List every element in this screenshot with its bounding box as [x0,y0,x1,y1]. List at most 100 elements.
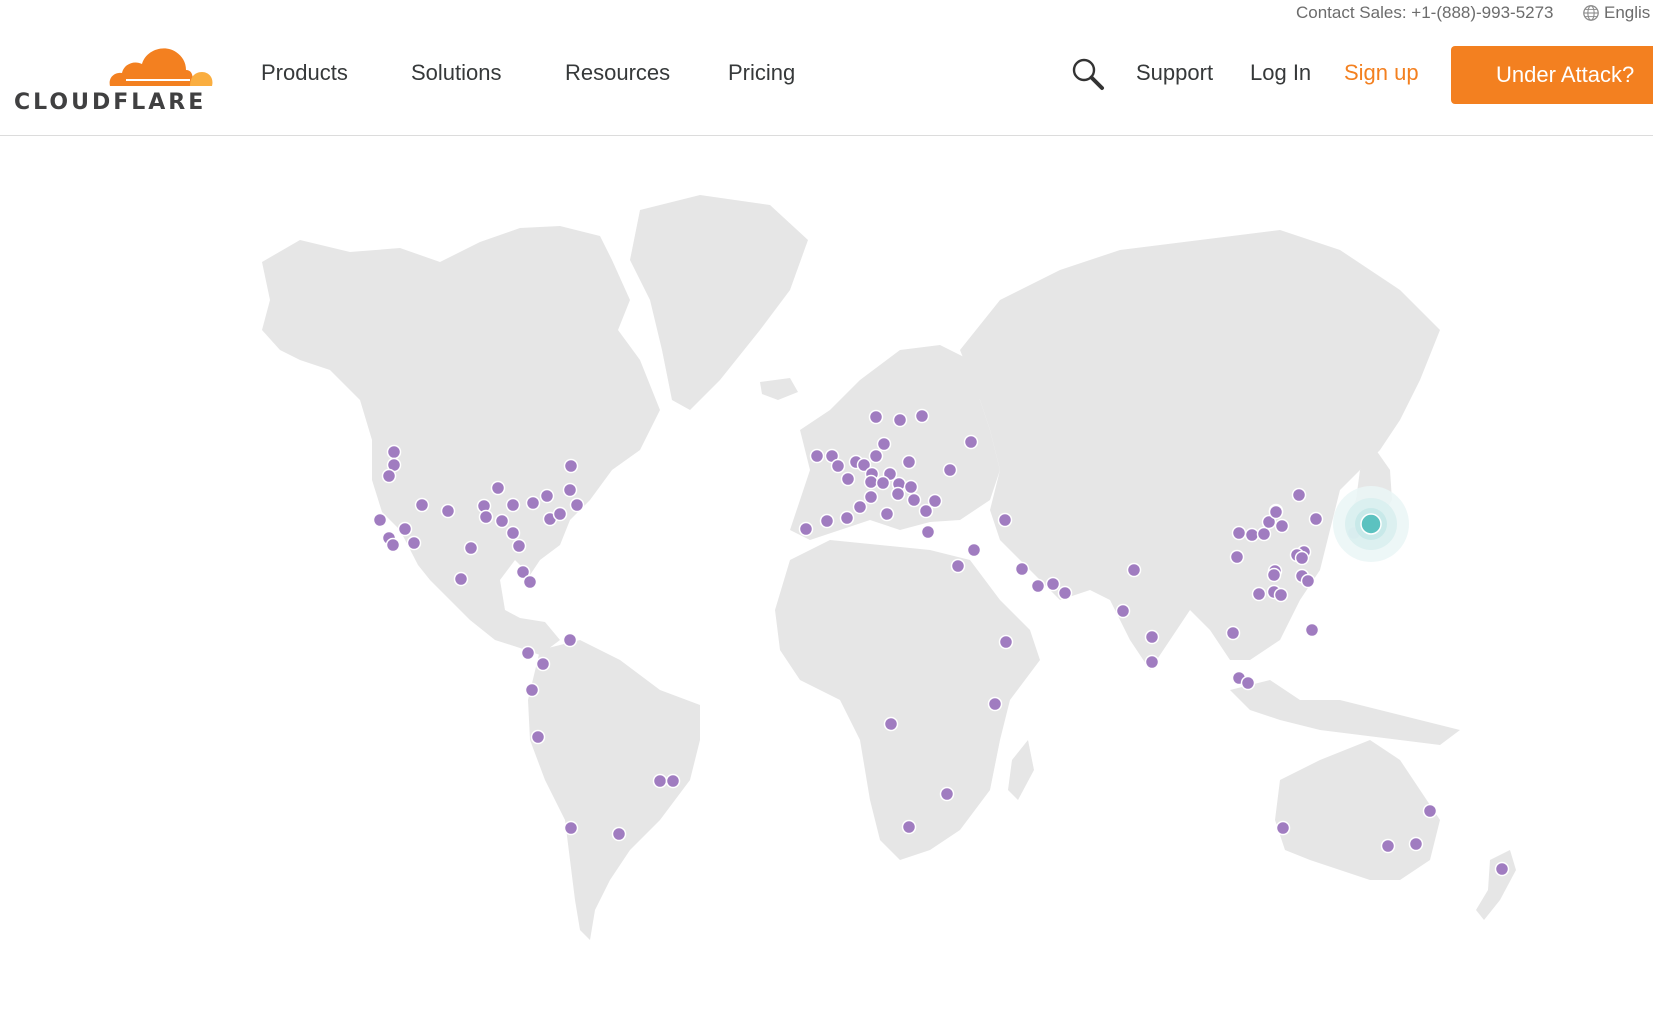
datacenter-dot[interactable] [494,513,510,529]
datacenter-dot[interactable] [901,819,917,835]
datacenter-dot[interactable] [611,826,627,842]
datacenter-dot[interactable] [563,458,579,474]
datacenter-dot[interactable] [1256,526,1272,542]
datacenter-dot[interactable] [863,489,879,505]
datacenter-dot[interactable] [1274,518,1290,534]
cloudflare-logo[interactable]: CLOUDFLARE [14,42,213,115]
nav-products[interactable]: Products [261,60,411,86]
highlighted-datacenter-dot[interactable] [1360,513,1382,535]
datacenter-dot[interactable] [520,645,536,661]
datacenter-dot[interactable] [563,820,579,836]
datacenter-dot[interactable] [939,786,955,802]
datacenter-dot[interactable] [819,513,835,529]
datacenter-dot[interactable] [966,542,982,558]
datacenter-dot[interactable] [868,409,884,425]
datacenter-dot[interactable] [453,571,469,587]
language-selector[interactable]: Englis [1582,3,1650,23]
datacenter-dot[interactable] [1251,586,1267,602]
support-link[interactable]: Support [1136,60,1213,86]
datacenter-dot[interactable] [920,524,936,540]
datacenter-dot[interactable] [525,495,541,511]
datacenter-dot[interactable] [798,521,814,537]
datacenter-dot[interactable] [840,471,856,487]
datacenter-dot[interactable] [463,540,479,556]
datacenter-dot[interactable] [963,434,979,450]
datacenter-dot[interactable] [511,538,527,554]
datacenter-dot[interactable] [927,493,943,509]
datacenter-dot[interactable] [852,499,868,515]
datacenter-dot[interactable] [552,506,568,522]
datacenter-dot[interactable] [1380,838,1396,854]
datacenter-dot[interactable] [522,574,538,590]
datacenter-dot[interactable] [868,448,884,464]
datacenter-dot[interactable] [530,729,546,745]
datacenter-dot[interactable] [539,488,555,504]
datacenter-dot[interactable] [1014,561,1030,577]
datacenter-dot[interactable] [1115,603,1131,619]
datacenter-dot[interactable] [1144,654,1160,670]
datacenter-dot[interactable] [830,458,846,474]
datacenter-dot[interactable] [1294,550,1310,566]
datacenter-dot[interactable] [1408,836,1424,852]
datacenter-dot[interactable] [414,497,430,513]
datacenter-dot[interactable] [1266,567,1282,583]
datacenter-dot[interactable] [381,468,397,484]
datacenter-dot[interactable] [1126,562,1142,578]
datacenter-dot[interactable] [914,408,930,424]
datacenter-dot[interactable] [950,558,966,574]
nav-resources[interactable]: Resources [565,60,728,86]
datacenter-dot[interactable] [535,656,551,672]
datacenter-dot[interactable] [906,492,922,508]
contact-sales-link[interactable]: Contact Sales: +1-(888)-993-5273 [1296,3,1554,23]
datacenter-dot[interactable] [1422,803,1438,819]
datacenter-dot[interactable] [883,716,899,732]
datacenter-dot[interactable] [875,475,891,491]
login-link[interactable]: Log In [1250,60,1311,86]
nav-solutions[interactable]: Solutions [411,60,565,86]
datacenter-dot[interactable] [942,462,958,478]
datacenter-dot[interactable] [997,512,1013,528]
datacenter-dot[interactable] [569,497,585,513]
datacenter-dot[interactable] [385,537,401,553]
datacenter-dot[interactable] [665,773,681,789]
datacenter-dot[interactable] [1225,625,1241,641]
nav-pricing[interactable]: Pricing [728,60,828,86]
datacenter-dot[interactable] [505,525,521,541]
datacenter-dot[interactable] [1273,587,1289,603]
datacenter-dot[interactable] [406,535,422,551]
datacenter-dot[interactable] [652,773,668,789]
datacenter-dot[interactable] [879,506,895,522]
datacenter-dot[interactable] [901,454,917,470]
datacenter-dot[interactable] [987,696,1003,712]
datacenter-dot[interactable] [839,510,855,526]
datacenter-dot[interactable] [440,503,456,519]
datacenter-dot[interactable] [1229,549,1245,565]
datacenter-dot[interactable] [1300,573,1316,589]
datacenter-dot[interactable] [863,474,879,490]
datacenter-dot[interactable] [1057,585,1073,601]
datacenter-dot[interactable] [397,521,413,537]
datacenter-dot[interactable] [1045,576,1061,592]
datacenter-dot[interactable] [386,444,402,460]
under-attack-button[interactable]: Under Attack? [1451,46,1653,104]
datacenter-dot[interactable] [1030,578,1046,594]
datacenter-dot[interactable] [1308,511,1324,527]
datacenter-dot[interactable] [1268,504,1284,520]
datacenter-dot[interactable] [1291,487,1307,503]
datacenter-dot[interactable] [890,486,906,502]
datacenter-dot[interactable] [562,482,578,498]
datacenter-dot[interactable] [1231,525,1247,541]
search-icon[interactable] [1070,56,1106,92]
datacenter-dot[interactable] [478,509,494,525]
datacenter-dot[interactable] [490,480,506,496]
signup-link[interactable]: Sign up [1344,60,1419,86]
datacenter-dot[interactable] [505,497,521,513]
datacenter-dot[interactable] [892,412,908,428]
datacenter-dot[interactable] [372,512,388,528]
datacenter-dot[interactable] [1244,527,1260,543]
datacenter-dot[interactable] [876,436,892,452]
datacenter-dot[interactable] [903,479,919,495]
datacenter-dot[interactable] [1144,629,1160,645]
datacenter-dot[interactable] [1494,861,1510,877]
datacenter-dot[interactable] [809,448,825,464]
